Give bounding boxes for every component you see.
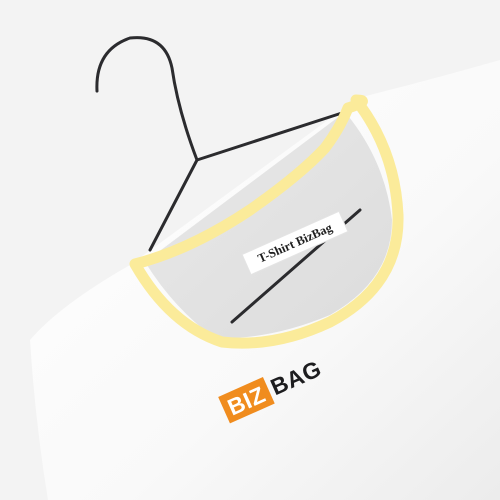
product-photo: T-Shirt BizBag BIZ BAG	[0, 0, 500, 500]
